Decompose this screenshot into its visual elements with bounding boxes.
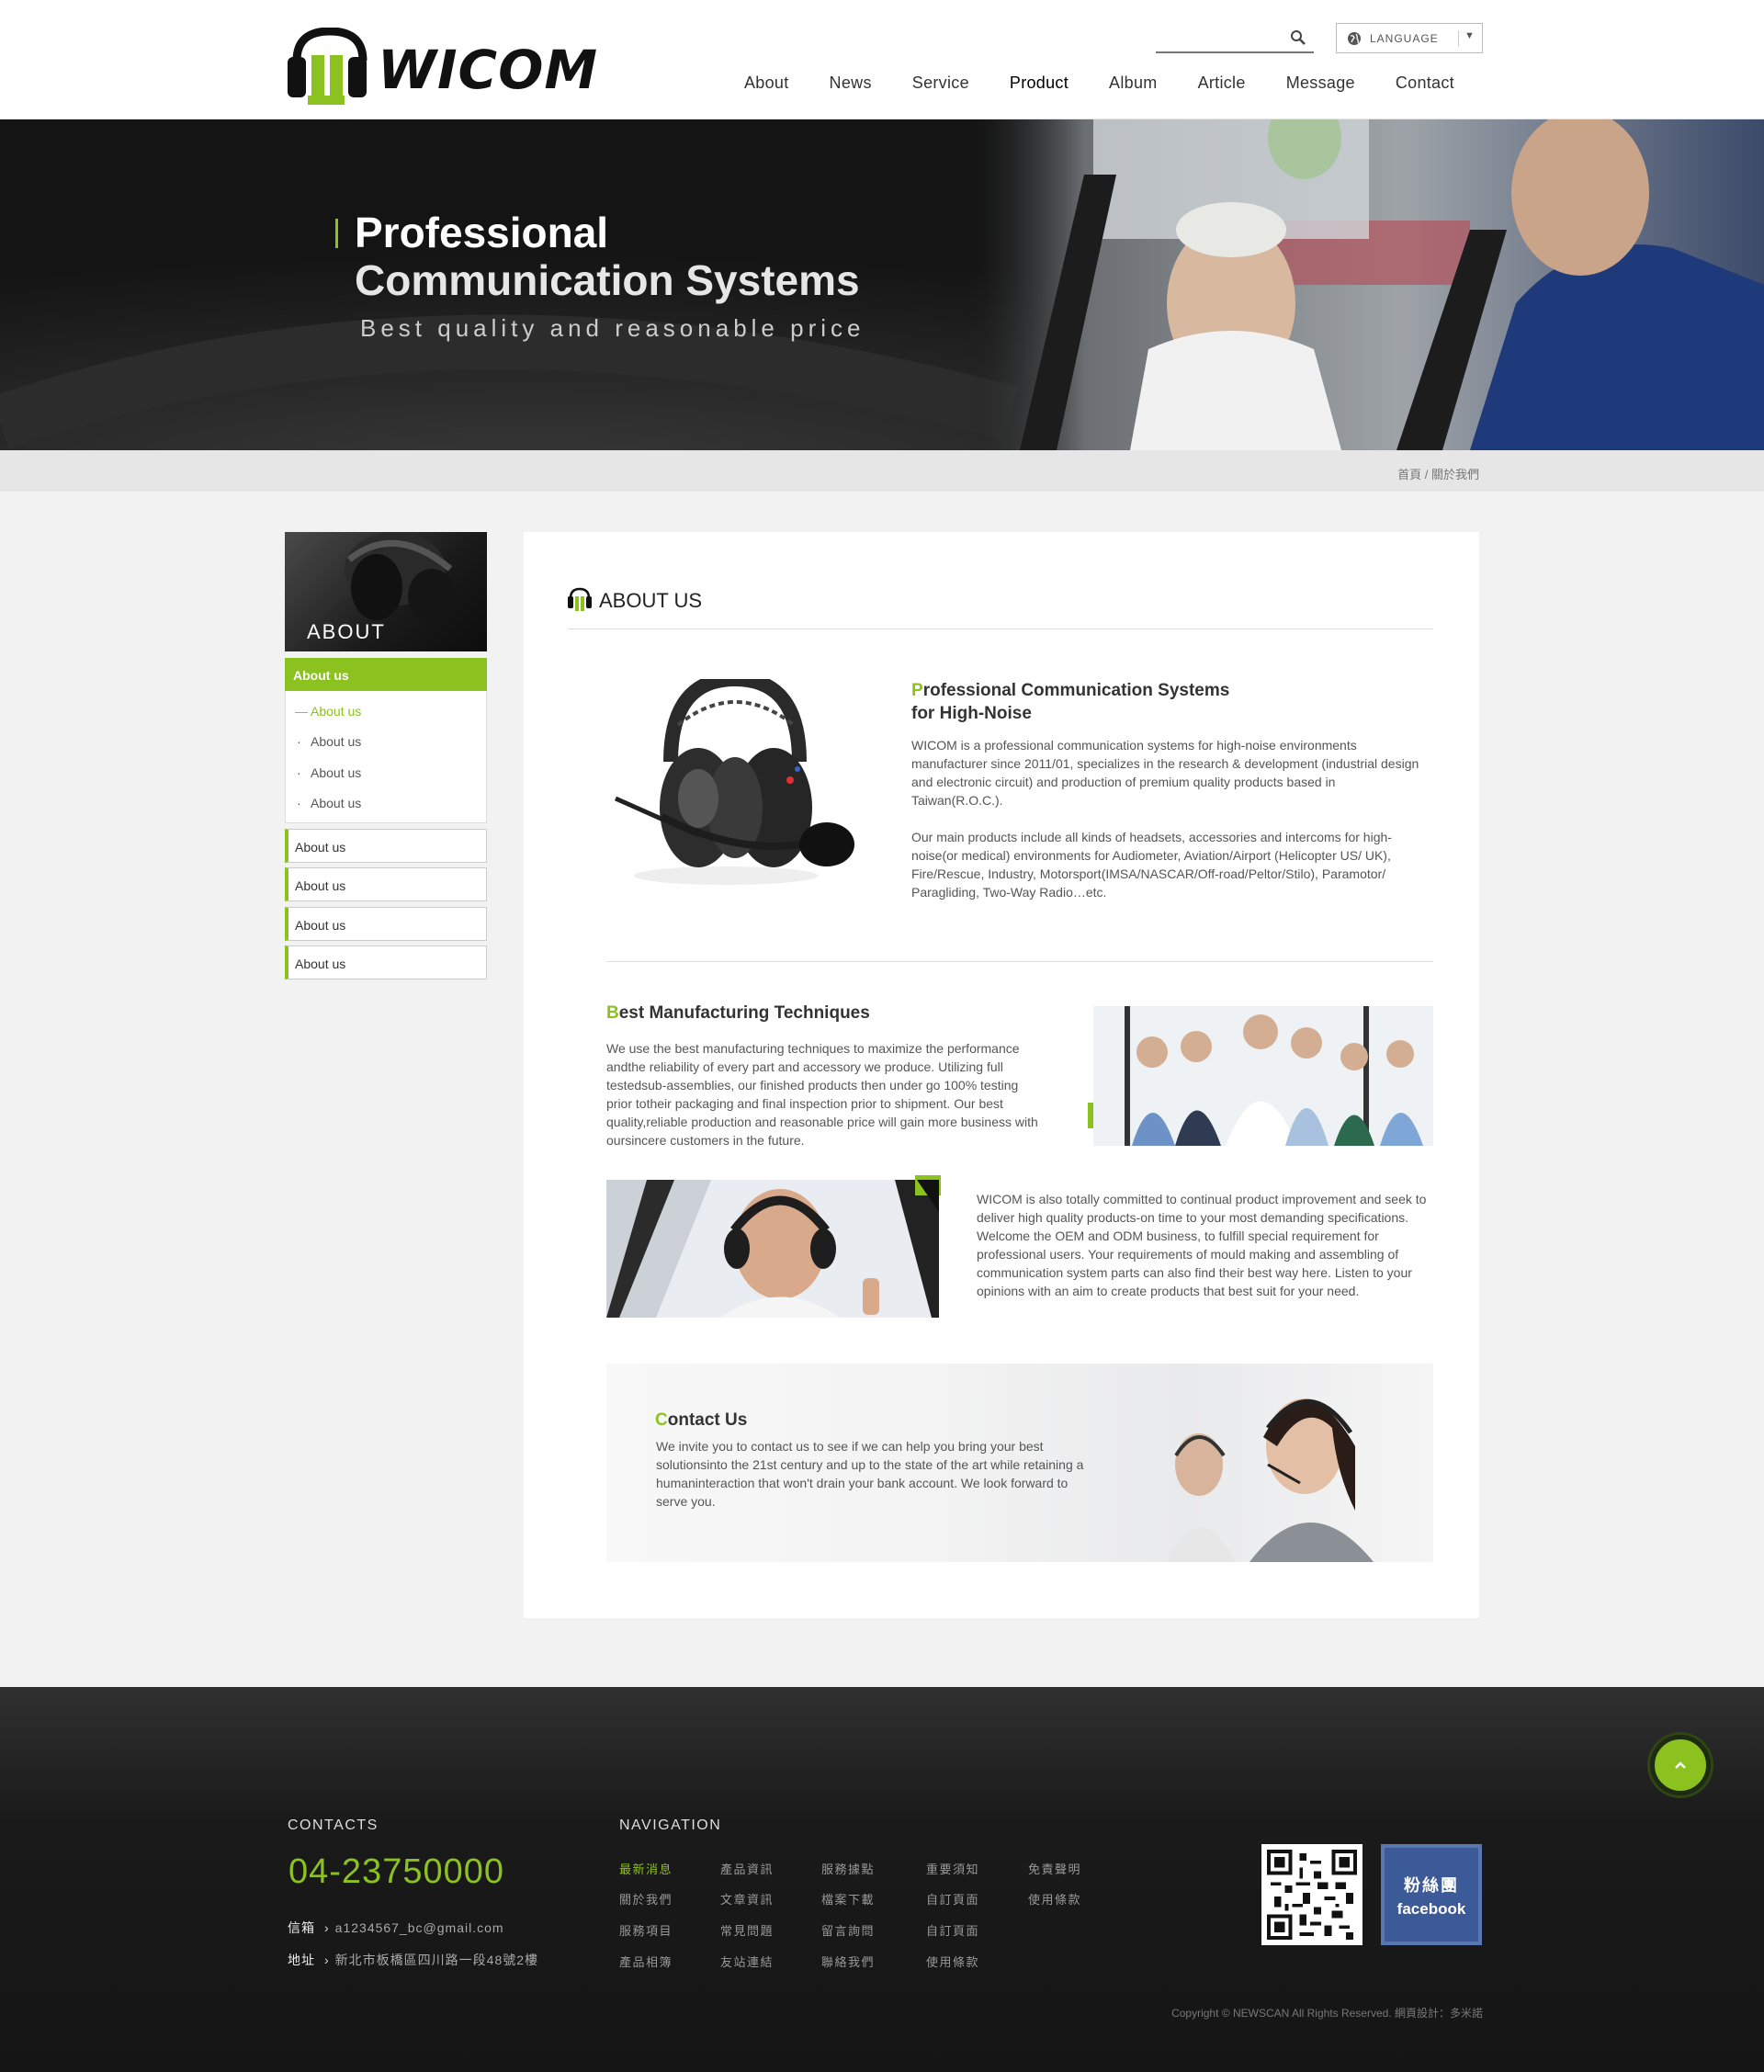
sidebar-sub-item[interactable]: — About us (295, 704, 361, 719)
footer-nav-link[interactable]: 免責聲明 (1028, 1860, 1081, 1877)
language-label: LANGUAGE (1370, 32, 1439, 45)
footer-nav-link[interactable]: 文章資訊 (720, 1890, 774, 1908)
contact-paragraph: We invite you to contact us to see if we… (656, 1439, 1084, 1509)
footer-nav-link[interactable]: 服務據點 (821, 1860, 875, 1877)
footer-nav-link[interactable]: 產品相簿 (619, 1953, 673, 1970)
section-heading: Professional Communication Systems for Hi… (911, 681, 1230, 723)
caret-down-icon: ▼ (1464, 30, 1475, 41)
nav-contact[interactable]: Contact (1396, 74, 1454, 101)
address-row: 地址 › 新北市板橋區四川路一段48號2樓 (288, 1953, 539, 1967)
email-link[interactable]: a1234567_bc@gmail.com (335, 1920, 504, 1935)
section-paragraph: WICOM is also totally committed to conti… (977, 1192, 1427, 1298)
team-photo (1088, 1006, 1433, 1146)
site-footer: CONTACTS 04-23750000 信箱 › a1234567_bc@gmai… (0, 1687, 1764, 2072)
email-row: 信箱 › a1234567_bc@gmail.com (288, 1920, 504, 1935)
copyright: Copyright © NEWSCAN All Rights Reserved.… (1171, 2007, 1483, 2020)
contact-banner[interactable]: Contact Us We invite you to contact us t… (606, 1364, 1433, 1562)
footer-nav-link[interactable]: 服務項目 (619, 1921, 673, 1939)
section-paragraph: We use the best manufacturing techniques… (606, 1041, 1038, 1148)
footer-nav-link[interactable]: 重要須知 (926, 1860, 979, 1877)
hero-banner: Professional Communication Systems Best … (0, 119, 1764, 450)
site-header: WICOM LANGUAGE ▼ About News Service Prod… (0, 0, 1764, 119)
sidebar-submenu: — About us · About us · About us · About us (285, 691, 487, 823)
facebook-label-cn: 粉絲團 (1404, 1876, 1459, 1895)
sidebar-image: ABOUT (285, 532, 487, 651)
main-content: ABOUT US Professional Communication Syst… (524, 532, 1479, 1618)
section-paragraph: WICOM is a professional communication sy… (911, 738, 1419, 808)
sidebar-active-item[interactable]: About us (285, 658, 487, 691)
divider (606, 961, 1433, 962)
footer-nav-link[interactable]: 使用條款 (1028, 1890, 1081, 1908)
breadcrumb-bar: 首頁 / 關於我們 (0, 450, 1764, 492)
back-to-top-button[interactable] (1650, 1735, 1711, 1795)
sidebar-item[interactable]: About us (285, 867, 487, 901)
search-icon[interactable] (1290, 29, 1306, 46)
call-center-photo (1167, 1398, 1374, 1562)
section-paragraph: Our main products include all kinds of h… (911, 830, 1392, 900)
footer-nav-link[interactable]: 最新消息 (619, 1860, 673, 1877)
footer-nav-link[interactable]: 產品資訊 (720, 1860, 774, 1877)
sidebar-item[interactable]: About us (285, 829, 487, 863)
logo[interactable]: WICOM (288, 28, 597, 110)
nav-album[interactable]: Album (1109, 74, 1158, 101)
sidebar-item[interactable]: About us (285, 907, 487, 941)
pilot-photo (606, 1175, 941, 1318)
bullet-marker: · (297, 734, 301, 749)
footer-nav-link[interactable]: 留言詢問 (821, 1921, 875, 1939)
navigation-heading: NAVIGATION (619, 1817, 722, 1833)
footer-nav-link[interactable]: 自訂頁面 (926, 1921, 979, 1939)
nav-article[interactable]: Article (1198, 74, 1246, 101)
contact-heading: Contact Us (655, 1410, 748, 1430)
banner-subtitle: Best quality and reasonable price (360, 314, 865, 342)
main-nav: About News Service Product Album Article… (744, 74, 1454, 101)
banner-title-line1: Professional (355, 209, 609, 256)
facebook-fanpage-link[interactable]: 粉絲團 facebook (1381, 1844, 1482, 1945)
footer-nav-link[interactable]: 關於我們 (619, 1890, 673, 1908)
footer-nav-link[interactable]: 檔案下載 (821, 1890, 875, 1908)
sidebar-sub-item[interactable]: · About us (297, 796, 361, 810)
nav-message[interactable]: Message (1286, 74, 1355, 101)
nav-product[interactable]: Product (1010, 74, 1069, 101)
nav-news[interactable]: News (830, 74, 872, 101)
logo-text: WICOM (378, 39, 599, 101)
contacts-heading: CONTACTS (288, 1817, 379, 1833)
bullet-marker: · (297, 796, 301, 810)
nav-about[interactable]: About (744, 74, 789, 101)
footer-nav-link[interactable]: 聯絡我們 (821, 1953, 875, 1970)
headset-title-icon (568, 587, 592, 611)
headset-product-image (614, 679, 854, 885)
footer-nav-link[interactable]: 常見問題 (720, 1921, 774, 1939)
dash-marker: — (295, 704, 308, 719)
sidebar-image-title: ABOUT (307, 620, 386, 643)
search-input[interactable] (1156, 24, 1314, 53)
section-heading: Best Manufacturing Techniques (606, 1003, 870, 1023)
sidebar-sub-item[interactable]: · About us (297, 734, 361, 749)
divider (568, 628, 1433, 629)
globe-icon (1348, 32, 1361, 45)
sidebar-sub-item[interactable]: · About us (297, 765, 361, 780)
title-accent-bar (335, 219, 338, 248)
headset-logo-icon (288, 28, 368, 105)
chevron-up-icon (1675, 1761, 1686, 1769)
qr-code-icon (1261, 1844, 1363, 1945)
phone-number[interactable]: 04-23750000 (288, 1852, 504, 1892)
footer-nav-link[interactable]: 使用條款 (926, 1953, 979, 1970)
nav-service[interactable]: Service (912, 74, 969, 101)
address-text: 新北市板橋區四川路一段48號2樓 (334, 1953, 539, 1967)
footer-nav-link[interactable]: 自訂頁面 (926, 1890, 979, 1908)
banner-background (0, 119, 1764, 450)
language-select[interactable]: LANGUAGE ▼ (1336, 23, 1483, 53)
bullet-marker: · (297, 765, 301, 780)
banner-title-line2: Communication Systems (355, 256, 860, 304)
sidebar-item[interactable]: About us (285, 945, 487, 979)
footer-nav-link[interactable]: 友站連結 (720, 1953, 774, 1970)
divider (1458, 30, 1459, 47)
breadcrumb[interactable]: 首頁 / 關於我們 (1397, 465, 1479, 482)
facebook-label-en: facebook (1396, 1900, 1466, 1918)
